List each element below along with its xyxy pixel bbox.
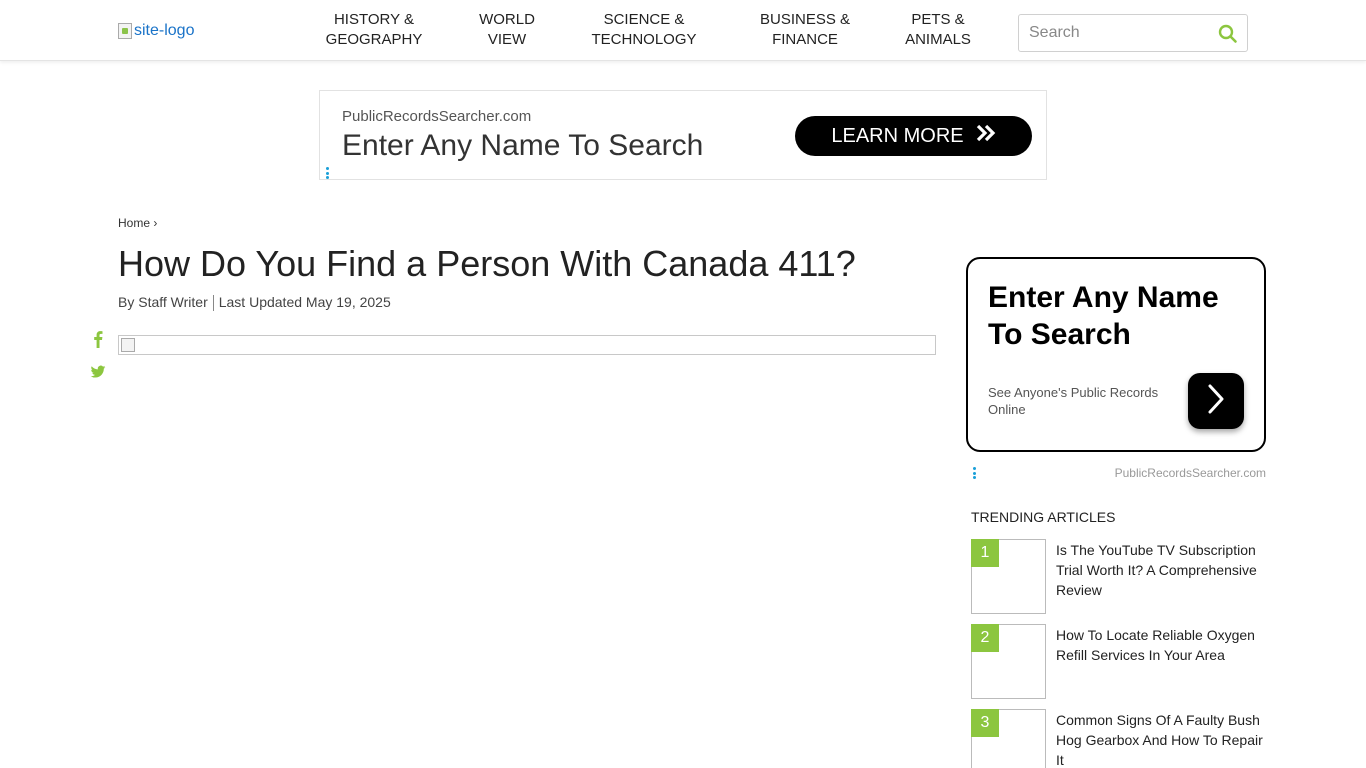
last-updated: Last Updated May 19, 2025 [218,294,391,310]
nav-pets-animals[interactable]: PETS & ANIMALS [896,10,980,50]
double-chevron-right-icon [976,124,996,148]
sidebar-ad[interactable]: Enter Any Name To Search See Anyone's Pu… [966,257,1266,452]
site-logo[interactable]: site-logo [118,22,194,40]
trending-title[interactable]: How To Locate Reliable Oxygen Refill Ser… [1056,625,1266,665]
trending-item[interactable]: 2 How To Locate Reliable Oxygen Refill S… [971,624,1266,699]
nav-label-line1: SCIENCE & [603,11,685,28]
breadcrumb-home[interactable]: Home [118,216,150,230]
nav-label-line1: HISTORY & [333,11,415,28]
chevron-right-icon [1205,383,1227,420]
learn-more-button[interactable]: LEARN MORE [795,116,1032,156]
broken-image-icon [118,23,132,39]
search-input[interactable] [1029,23,1209,43]
trending-title[interactable]: Is The YouTube TV Subscription Trial Wor… [1056,540,1266,600]
nav-label-line1: PETS & [911,11,965,28]
trending-rank: 1 [971,539,999,567]
search-box [1018,14,1248,52]
trending-articles-heading: TRENDING ARTICLES [971,509,1116,525]
ad-headline: Enter Any Name To Search [342,129,704,162]
trending-rank: 2 [971,624,999,652]
article-hero-image [118,335,936,355]
search-icon[interactable] [1217,23,1239,45]
nav-label-line2: VIEW [487,31,527,48]
site-header: site-logo HISTORY & GEOGRAPHY WORLD VIEW… [0,0,1366,61]
breadcrumb: Home › [118,216,157,230]
article-byline: By Staff Writer Last Updated May 19, 2025 [118,294,391,312]
twitter-icon[interactable] [90,364,106,380]
logo-alt-text: site-logo [134,22,195,39]
nav-label-line2: FINANCE [772,31,838,48]
trending-item[interactable]: 3 Common Signs Of A Faulty Bush Hog Gear… [971,709,1266,768]
nav-label-line1: WORLD [479,11,535,28]
ad-domain: PublicRecordsSearcher.com [342,108,532,125]
byline-divider [212,295,214,312]
nav-label-line2: ANIMALS [905,31,971,48]
ad-options-icon[interactable] [973,467,976,479]
sidebar-ad-headline: Enter Any Name To Search [988,281,1219,351]
nav-business-finance[interactable]: BUSINESS & FINANCE [750,10,860,50]
nav-world-view[interactable]: WORLD VIEW [468,10,546,50]
trending-item[interactable]: 1 Is The YouTube TV Subscription Trial W… [971,539,1266,614]
broken-image-icon [121,338,135,352]
sidebar-ad-domain: PublicRecordsSearcher.com [1114,466,1266,480]
ad-options-icon[interactable] [326,167,329,179]
sidebar-ad-subtext: See Anyone's Public Records Online [988,385,1159,417]
nav-label-line2: GEOGRAPHY [325,31,423,48]
trending-title[interactable]: Common Signs Of A Faulty Bush Hog Gearbo… [1056,710,1266,768]
nav-label-line2: TECHNOLOGY [591,31,697,48]
nav-label-line1: BUSINESS & [759,11,851,28]
sidebar-ad-go-button[interactable] [1188,373,1244,429]
author: By Staff Writer [118,294,208,310]
article-title: How Do You Find a Person With Canada 411… [118,243,856,284]
facebook-icon[interactable] [90,330,106,348]
breadcrumb-separator: › [153,216,158,230]
nav-history-geography[interactable]: HISTORY & GEOGRAPHY [318,10,430,50]
top-banner-ad[interactable]: PublicRecordsSearcher.com Enter Any Name… [319,90,1047,180]
nav-science-technology[interactable]: SCIENCE & TECHNOLOGY [584,10,704,50]
learn-more-label: LEARN MORE [831,124,964,147]
trending-rank: 3 [971,709,999,737]
